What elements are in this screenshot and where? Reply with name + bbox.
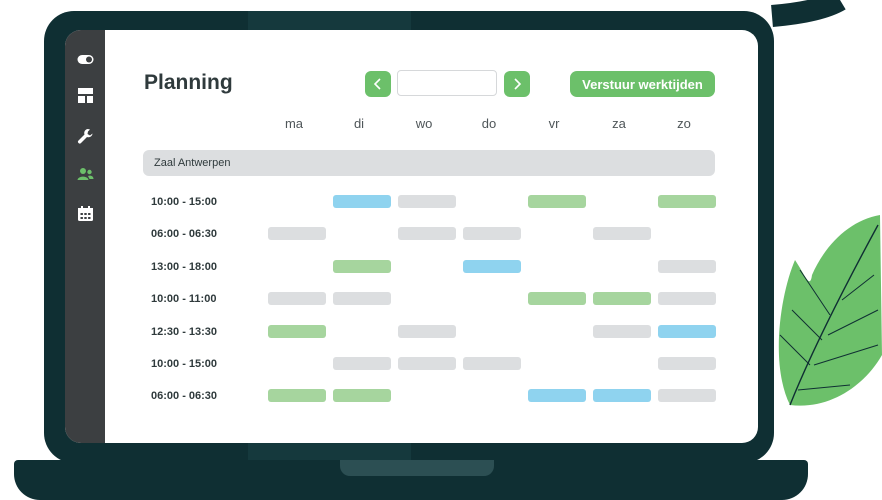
next-week-button[interactable] (504, 71, 530, 97)
shift-block-di[interactable] (333, 259, 391, 273)
shift-block-vr[interactable] (528, 389, 586, 403)
shift-time-label: 10:00 - 15:00 (151, 196, 218, 208)
shift-block-zo[interactable] (658, 324, 716, 338)
app-screen: Planning Verstuur werktijden ma di wo do… (65, 30, 758, 443)
shift-block-wo[interactable] (398, 227, 456, 241)
previous-week-button[interactable] (365, 71, 391, 97)
shift-block-zo[interactable] (658, 357, 716, 370)
shift-block-zo[interactable] (658, 259, 716, 273)
shift-block-vr[interactable] (528, 195, 586, 208)
shift-time-label: 10:00 - 11:00 (151, 293, 217, 306)
send-worktimes-button[interactable]: Verstuur werktijden (570, 71, 715, 97)
shift-block-wo[interactable] (398, 324, 456, 338)
schedule-row: 13:00 - 18:00 (65, 259, 758, 276)
date-input[interactable] (397, 70, 497, 96)
day-header-wo: wo (415, 116, 433, 131)
shift-block-zo[interactable] (658, 389, 716, 403)
shift-block-di[interactable] (333, 292, 391, 306)
shift-block-di[interactable] (333, 357, 391, 370)
shift-time-label: 12:30 - 13:30 (151, 325, 218, 338)
chevron-right-icon (514, 78, 522, 90)
shift-block-ma[interactable] (268, 292, 326, 306)
schedule-row: 12:30 - 13:30 (65, 324, 758, 341)
day-header-zo: zo (677, 116, 691, 131)
shift-block-do[interactable] (463, 357, 521, 370)
shift-time-label: 13:00 - 18:00 (151, 260, 218, 273)
day-header-do: do (481, 116, 497, 131)
leaf-illustration (778, 215, 882, 406)
shift-block-do[interactable] (463, 259, 521, 273)
schedule-row: 06:00 - 06:30 (65, 389, 758, 405)
schedule-row: 10:00 - 15:00 (65, 195, 758, 211)
day-header-ma: ma (284, 116, 304, 131)
page-title: Planning (144, 71, 233, 94)
location-name: Zaal Antwerpen (154, 157, 231, 169)
wrench-icon[interactable] (77, 128, 94, 145)
shift-time-label: 06:00 - 06:30 (151, 390, 218, 403)
shift-time-label: 06:00 - 06:30 (151, 228, 218, 241)
laptop-notch (340, 460, 494, 476)
shift-block-ma[interactable] (268, 324, 326, 338)
toggle-icon[interactable] (77, 51, 94, 68)
day-header-za: za (612, 116, 626, 131)
schedule-row: 06:00 - 06:30 (65, 227, 758, 243)
shift-block-di[interactable] (333, 195, 391, 208)
location-group-header[interactable]: Zaal Antwerpen (143, 150, 715, 176)
shift-block-di[interactable] (333, 389, 391, 403)
day-header-di: di (353, 116, 365, 131)
day-header-vr: vr (548, 116, 560, 131)
shift-block-za[interactable] (593, 292, 651, 306)
shift-block-wo[interactable] (398, 195, 456, 208)
users-icon[interactable] (77, 166, 94, 183)
schedule-row: 10:00 - 15:00 (65, 357, 758, 373)
shift-block-za[interactable] (593, 324, 651, 338)
shift-block-za[interactable] (593, 389, 651, 403)
shift-block-zo[interactable] (658, 292, 716, 306)
shift-block-wo[interactable] (398, 357, 456, 370)
shift-block-vr[interactable] (528, 292, 586, 306)
layout-icon[interactable] (77, 87, 94, 104)
schedule-row: 10:00 - 11:00 (65, 292, 758, 308)
shift-time-label: 10:00 - 15:00 (151, 358, 218, 370)
shift-block-ma[interactable] (268, 389, 326, 403)
shift-block-do[interactable] (463, 227, 521, 241)
shift-block-za[interactable] (593, 227, 651, 241)
shift-block-ma[interactable] (268, 227, 326, 241)
shift-block-zo[interactable] (658, 195, 716, 208)
chevron-left-icon (373, 78, 381, 90)
